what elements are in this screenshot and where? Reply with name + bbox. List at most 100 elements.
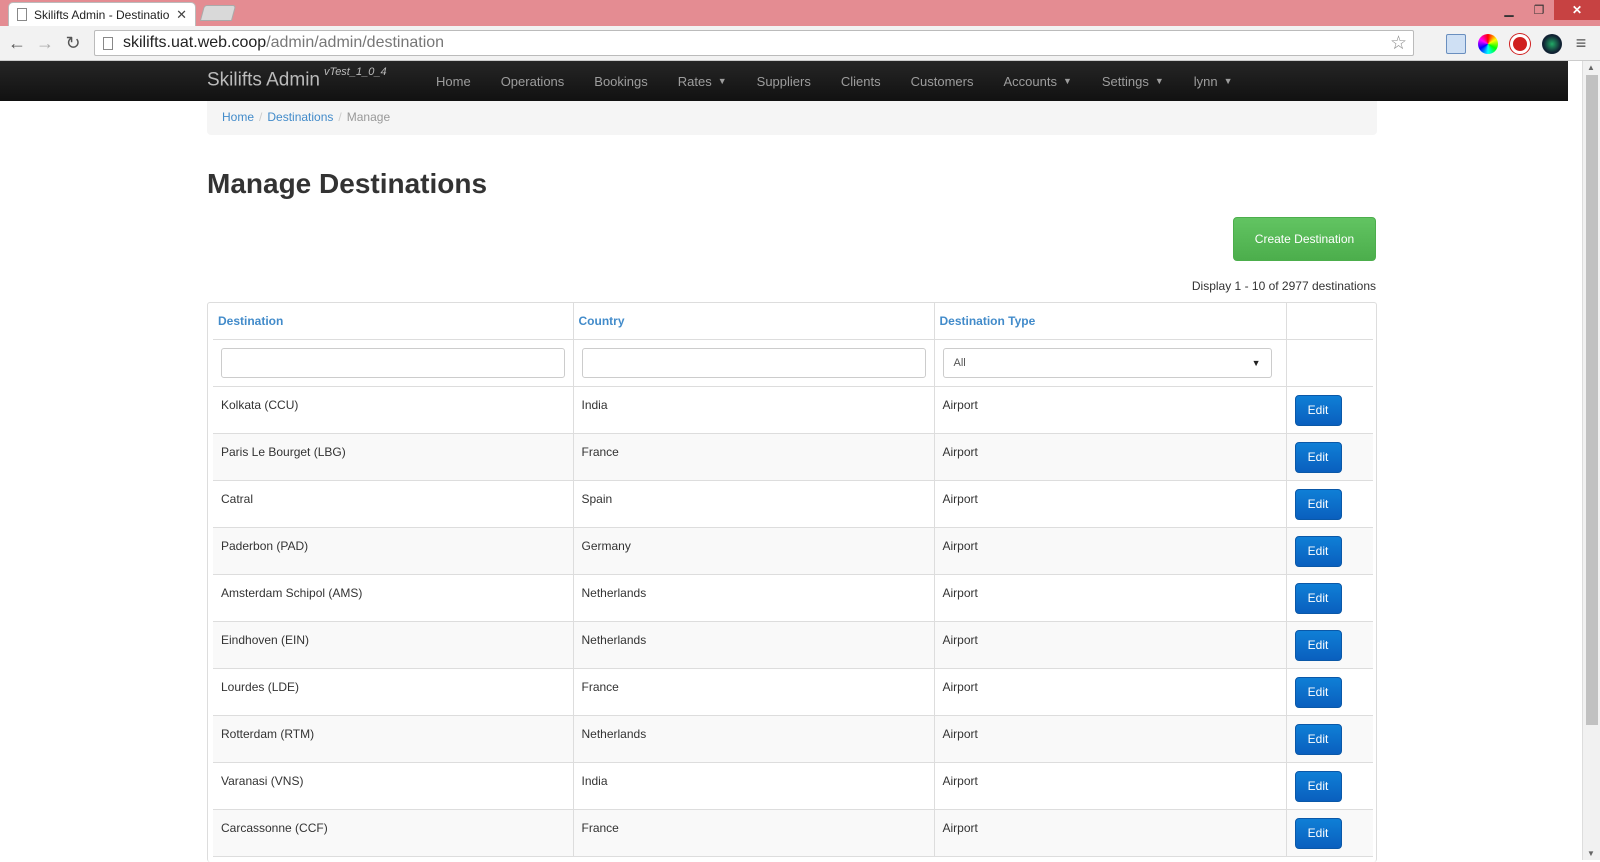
scroll-down-icon[interactable]: ▼ bbox=[1587, 849, 1595, 858]
brand[interactable]: Skilifts Admin vTest_1_0_4 bbox=[207, 66, 387, 91]
nav-item-label: Settings bbox=[1101, 73, 1149, 89]
cell-destination: Amsterdam Schipol (AMS) bbox=[213, 574, 574, 622]
edit-button[interactable]: Edit bbox=[1294, 723, 1342, 755]
edit-button[interactable]: Edit bbox=[1294, 441, 1342, 473]
address-bar[interactable]: skilifts.uat.web.coop/admin/admin/destin… bbox=[94, 30, 1414, 56]
nav-item-label: Bookings bbox=[594, 73, 648, 89]
nav-item-accounts[interactable]: Accounts ▼ bbox=[988, 61, 1086, 101]
menu-icon[interactable]: ≡ bbox=[1570, 32, 1592, 54]
cell-destination: Rotterdam (RTM) bbox=[213, 715, 574, 763]
nav-item-label: Suppliers bbox=[756, 73, 811, 89]
cell-country: France bbox=[573, 809, 935, 857]
edit-button[interactable]: Edit bbox=[1294, 488, 1342, 520]
forward-icon[interactable]: → bbox=[34, 32, 56, 54]
cell-actions: Edit bbox=[1286, 386, 1373, 434]
window-close-icon[interactable]: ✕ bbox=[1554, 0, 1600, 20]
breadcrumb-home[interactable]: Home bbox=[222, 110, 254, 124]
country-filter-input[interactable] bbox=[581, 347, 926, 378]
table-row: Paderbon (PAD) Germany Airport Edit bbox=[213, 527, 1373, 575]
nav-item-operations[interactable]: Operations bbox=[486, 61, 580, 101]
page-title: Manage Destinations bbox=[207, 168, 488, 199]
cell-country: Germany bbox=[573, 527, 935, 575]
cell-country: France bbox=[573, 433, 935, 481]
nav-item-home[interactable]: Home bbox=[421, 61, 486, 101]
reload-icon[interactable]: ↻ bbox=[62, 32, 84, 54]
edit-button[interactable]: Edit bbox=[1294, 676, 1342, 708]
edit-button[interactable]: Edit bbox=[1294, 817, 1342, 849]
stop-extension-icon[interactable] bbox=[1510, 34, 1530, 54]
table-row: Eindhoven (EIN) Netherlands Airport Edit bbox=[213, 621, 1373, 669]
nav-item-lynn[interactable]: lynn ▼ bbox=[1179, 61, 1248, 101]
minimize-icon[interactable]: ▁ bbox=[1494, 0, 1524, 20]
cell-country: India bbox=[573, 762, 935, 810]
breadcrumb-destinations[interactable]: Destinations bbox=[267, 110, 333, 124]
nav-item-label: Rates bbox=[677, 73, 712, 89]
cell-type: Airport bbox=[934, 527, 1287, 575]
nav-item-customers[interactable]: Customers bbox=[896, 61, 989, 101]
nav-item-suppliers[interactable]: Suppliers bbox=[742, 61, 826, 101]
browser-toolbar: ← → ↻ skilifts.uat.web.coop/admin/admin/… bbox=[0, 26, 1600, 61]
scrollbar-thumb[interactable] bbox=[1586, 75, 1598, 725]
scroll-up-icon[interactable]: ▲ bbox=[1587, 63, 1595, 72]
tab-close-icon[interactable]: ✕ bbox=[176, 7, 187, 23]
new-tab-button[interactable] bbox=[199, 5, 237, 21]
filter-row: All ▼ bbox=[213, 339, 1373, 387]
nav-item-settings[interactable]: Settings ▼ bbox=[1087, 61, 1179, 101]
cell-country: Spain bbox=[573, 480, 935, 528]
cell-destination: Carcassonne (CCF) bbox=[213, 809, 574, 857]
create-destination-button[interactable]: Create Destination bbox=[1233, 217, 1376, 261]
browser-tab[interactable]: Skilifts Admin - Destinatio ✕ bbox=[8, 2, 196, 26]
cell-country: India bbox=[573, 386, 935, 434]
edit-button[interactable]: Edit bbox=[1294, 582, 1342, 614]
destination-type-filter-select[interactable]: All ▼ bbox=[942, 347, 1272, 378]
page-icon bbox=[17, 8, 27, 21]
nav-item-label: lynn bbox=[1193, 73, 1218, 89]
cell-actions: Edit bbox=[1286, 480, 1373, 528]
table-row: Paris Le Bourget (LBG) France Airport Edit bbox=[213, 433, 1373, 481]
column-header-destination-type[interactable]: Destination Type bbox=[934, 303, 1287, 340]
restore-icon[interactable]: ❐ bbox=[1524, 0, 1554, 20]
color-wheel-icon[interactable] bbox=[1478, 34, 1498, 54]
nav-item-label: Operations bbox=[500, 73, 565, 89]
column-header-actions bbox=[1286, 303, 1373, 340]
nav-item-rates[interactable]: Rates ▼ bbox=[663, 61, 742, 101]
cell-type: Airport bbox=[934, 668, 1287, 716]
breadcrumb: Home / Destinations / Manage bbox=[207, 101, 1377, 135]
extension-icon[interactable] bbox=[1446, 34, 1466, 54]
destinations-table: Destination Country Destination Type All… bbox=[213, 303, 1373, 857]
cell-destination: Varanasi (VNS) bbox=[213, 762, 574, 810]
cell-type: Airport bbox=[934, 715, 1287, 763]
nav-item-bookings[interactable]: Bookings bbox=[579, 61, 662, 101]
cell-actions: Edit bbox=[1286, 715, 1373, 763]
nav-item-label: Clients bbox=[840, 73, 881, 89]
dropdown-arrow-icon: ▼ bbox=[1251, 357, 1261, 368]
cell-destination: Paderbon (PAD) bbox=[213, 527, 574, 575]
table-row: Lourdes (LDE) France Airport Edit bbox=[213, 668, 1373, 716]
cell-type: Airport bbox=[934, 574, 1287, 622]
destination-filter-input[interactable] bbox=[221, 347, 565, 378]
destination-type-filter-value: All bbox=[953, 356, 966, 369]
edit-button[interactable]: Edit bbox=[1294, 770, 1342, 802]
column-header-destination[interactable]: Destination bbox=[213, 303, 574, 340]
table-row: Kolkata (CCU) India Airport Edit bbox=[213, 386, 1373, 434]
nav-item-label: Customers bbox=[910, 73, 974, 89]
cell-destination: Lourdes (LDE) bbox=[213, 668, 574, 716]
caret-down-icon: ▼ bbox=[1223, 76, 1233, 86]
caret-down-icon: ▼ bbox=[1154, 76, 1164, 86]
nav-item-clients[interactable]: Clients bbox=[826, 61, 896, 101]
back-icon[interactable]: ← bbox=[6, 32, 28, 54]
table-row: Varanasi (VNS) India Airport Edit bbox=[213, 762, 1373, 810]
edit-button[interactable]: Edit bbox=[1294, 629, 1342, 661]
edit-button[interactable]: Edit bbox=[1294, 535, 1342, 567]
edit-button[interactable]: Edit bbox=[1294, 394, 1342, 426]
cell-actions: Edit bbox=[1286, 574, 1373, 622]
cell-destination: Catral bbox=[213, 480, 574, 528]
column-header-country[interactable]: Country bbox=[573, 303, 935, 340]
page-scrollbar[interactable]: ▲ ▼ bbox=[1582, 61, 1600, 860]
table-row: Carcassonne (CCF) France Airport Edit bbox=[213, 809, 1373, 857]
bookmark-star-icon[interactable]: ☆ bbox=[1390, 32, 1407, 55]
cell-actions: Edit bbox=[1286, 433, 1373, 481]
eye-extension-icon[interactable] bbox=[1542, 34, 1562, 54]
url-path: /admin/admin/destination bbox=[266, 34, 445, 51]
cell-actions: Edit bbox=[1286, 527, 1373, 575]
